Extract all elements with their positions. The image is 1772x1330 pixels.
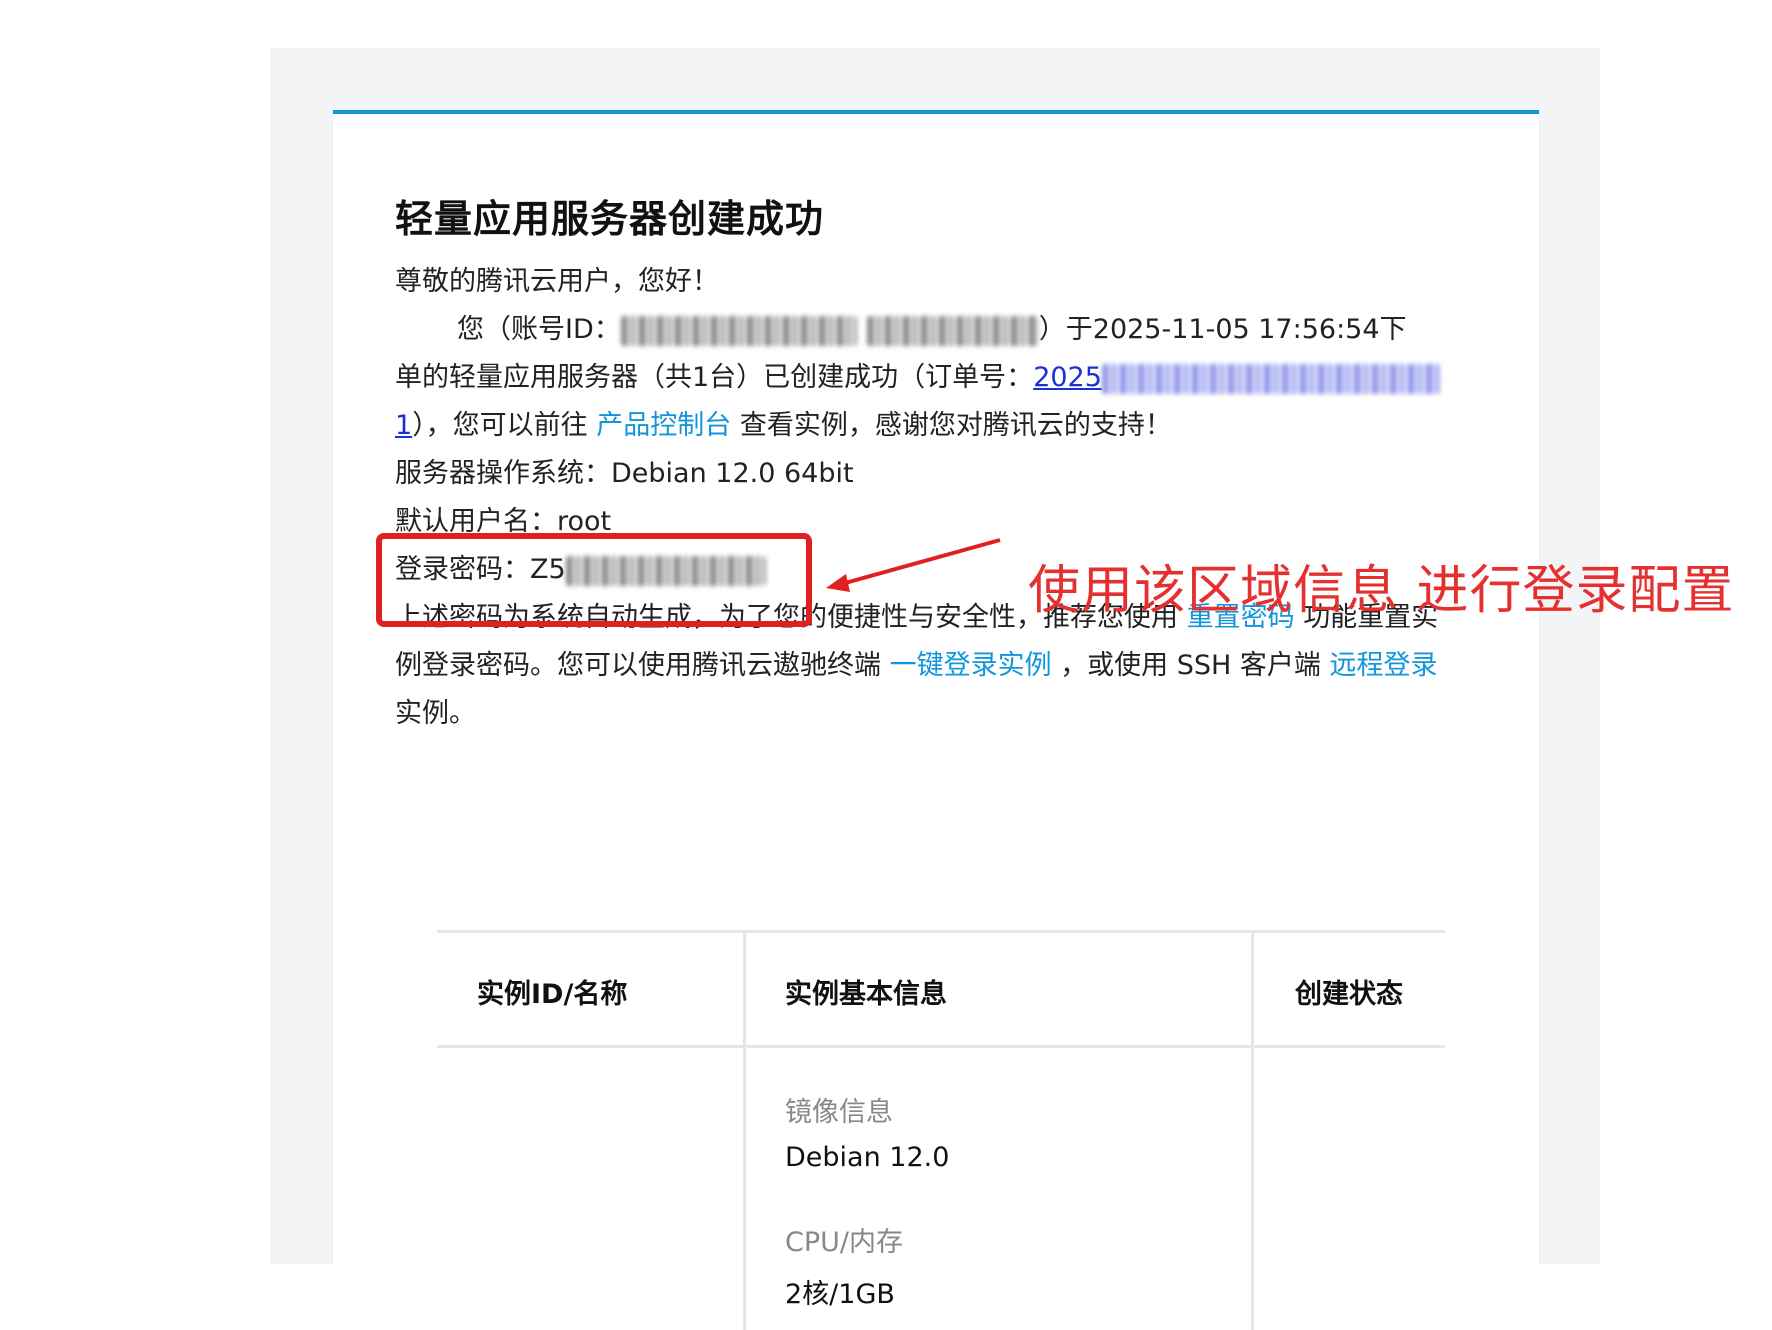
one-click-login-link[interactable]: 一键登录实例 xyxy=(890,650,1052,681)
account-line: 您（账号ID： ）于2025-11-05 17:56:54下 xyxy=(457,314,1407,346)
greeting: 尊敬的腾讯云用户，您好！ xyxy=(395,266,719,297)
cpu-memory-value: 2核/1GB xyxy=(785,1279,895,1310)
header-instance-id: 实例ID/名称 xyxy=(477,979,628,1010)
column-divider xyxy=(1251,930,1254,1330)
console-link[interactable]: 产品控制台 xyxy=(596,410,731,441)
email-body: 尊敬的腾讯云用户，您好！ 您（账号ID： ）于2025-11-05 17:56:5… xyxy=(395,258,1475,738)
redacted-account-id xyxy=(620,315,857,346)
order-number-link[interactable]: 2025 xyxy=(1033,362,1440,394)
redacted-account-name xyxy=(866,315,1039,346)
closing-line: 实例。 xyxy=(395,698,476,729)
login-line: 例登录密码。您可以使用腾讯云遨驰终端 一键登录实例 ，或使用 SSH 客户端 远… xyxy=(395,650,1438,681)
header-basic-info: 实例基本信息 xyxy=(785,979,947,1010)
table-top-border xyxy=(437,930,1445,933)
table-header-border xyxy=(437,1045,1445,1048)
header-create-status: 创建状态 xyxy=(1295,979,1403,1010)
redacted-order-number xyxy=(1101,363,1440,394)
accent-bar xyxy=(333,110,1539,114)
image-info-value: Debian 12.0 xyxy=(785,1142,950,1173)
email-card: 轻量应用服务器创建成功 尊敬的腾讯云用户，您好！ 您（账号ID： ）于2025-1… xyxy=(332,110,1540,1330)
cpu-memory-label: CPU/内存 xyxy=(785,1227,903,1258)
os-line: 服务器操作系统：Debian 12.0 64bit xyxy=(395,458,854,489)
remote-login-link[interactable]: 远程登录 xyxy=(1330,650,1438,681)
order-line: 单的轻量应用服务器（共1台）已创建成功（订单号：2025 xyxy=(395,354,1475,402)
email-title: 轻量应用服务器创建成功 xyxy=(395,197,825,241)
console-line: 1），您可以前往 产品控制台 查看实例，感谢您对腾讯云的支持！ xyxy=(395,410,1172,441)
login-info-highlight xyxy=(376,533,812,627)
email-background: 轻量应用服务器创建成功 尊敬的腾讯云用户，您好！ 您（账号ID： ）于2025-1… xyxy=(270,48,1600,1330)
order-number-link-end[interactable]: 1 xyxy=(395,410,412,441)
column-divider xyxy=(743,930,746,1330)
image-info-label: 镜像信息 xyxy=(785,1097,893,1128)
annotation-text: 使用该区域信息 进行登录配置 xyxy=(1028,561,1735,621)
